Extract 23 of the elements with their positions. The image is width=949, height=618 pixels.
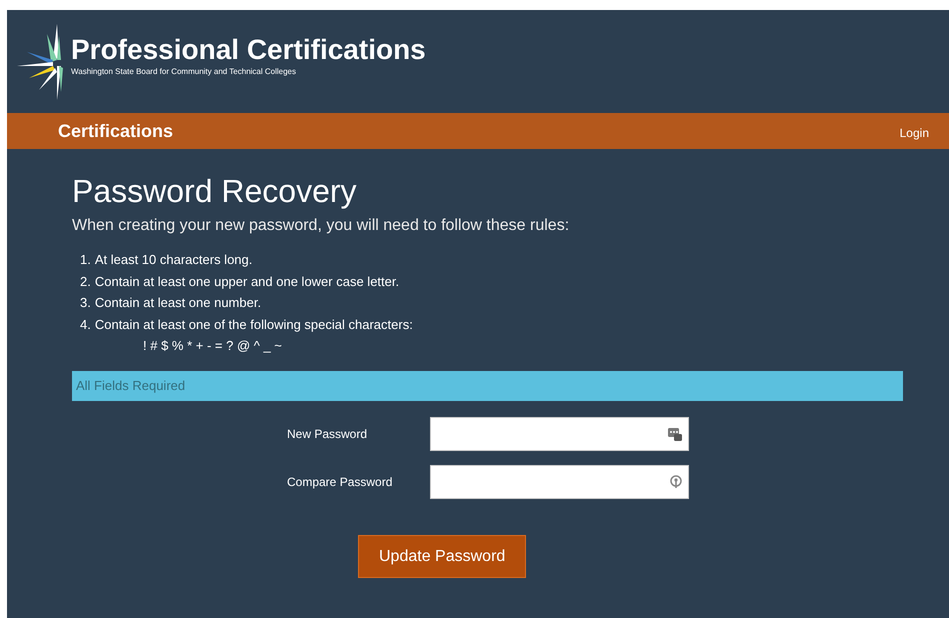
site-subtitle: Washington State Board for Community and Technical Colleges <box>71 66 298 77</box>
rule-number: 3. <box>80 294 91 312</box>
site-title: Professional Certifications <box>71 34 426 66</box>
field-label: New Password <box>287 427 368 441</box>
rule-number: 1. <box>80 251 91 269</box>
field-label: Compare Password <box>287 475 394 489</box>
rule-number: 2. <box>80 272 91 290</box>
password-field[interactable] <box>430 465 689 499</box>
rule-text: Contain at least one number. <box>94 294 262 312</box>
page-heading: Password Recovery <box>72 172 358 211</box>
update-password-button[interactable]: Update Password <box>358 535 526 578</box>
intro-text: When creating your new password, you will need to follow these rules: <box>72 217 570 235</box>
login-link[interactable]: Login <box>900 126 929 140</box>
password-manager-icon[interactable] <box>668 427 682 441</box>
rule-number: 4. <box>80 316 91 334</box>
brand-link[interactable]: Certifications <box>58 120 174 142</box>
password-field[interactable] <box>430 417 689 451</box>
rule-text: Contain at least one of the following special characters: <box>94 316 413 334</box>
special-characters: ! # $ % * + - = ? @ ^ _ ~ <box>142 337 283 355</box>
rule-text: At least 10 characters long. <box>94 251 252 269</box>
rule-text: Contain at least one upper and one lower case letter. <box>94 272 400 291</box>
key-icon[interactable] <box>670 475 682 489</box>
required-notice: All Fields Required <box>72 371 903 401</box>
